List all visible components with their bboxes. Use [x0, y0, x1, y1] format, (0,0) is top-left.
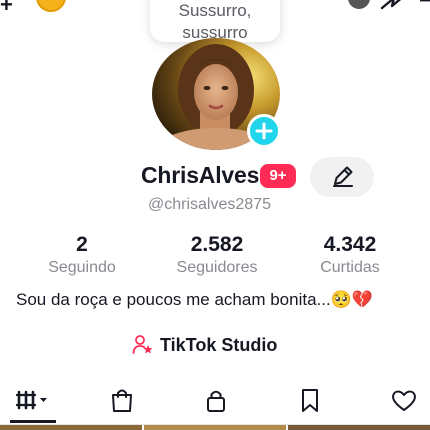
- display-name: ChrisAlves: [141, 162, 260, 188]
- tab-liked[interactable]: [382, 378, 426, 422]
- shopping-bag-icon: [112, 389, 132, 412]
- video-thumbnail[interactable]: [144, 425, 286, 430]
- grid-filter-icon: [15, 390, 47, 410]
- profile-tab-bar: [0, 378, 430, 422]
- tab-videos[interactable]: [10, 378, 56, 422]
- edit-profile-button[interactable]: [310, 157, 374, 197]
- stat-label: Seguidores: [176, 259, 258, 276]
- note-text-line1: Sussurro,: [178, 1, 252, 20]
- video-thumbnail[interactable]: [0, 425, 142, 430]
- coin-icon[interactable]: [36, 0, 66, 12]
- tab-private[interactable]: [194, 378, 238, 422]
- video-grid-preview: [0, 425, 430, 430]
- stat-value: 2: [76, 233, 88, 256]
- plus-icon: [255, 122, 273, 140]
- stat-value: 2.582: [190, 233, 244, 256]
- mini-avatar-icon[interactable]: [348, 0, 370, 9]
- note-bubble[interactable]: Sussurro, sussurro: [150, 0, 280, 42]
- stat-value: 4.342: [323, 233, 377, 256]
- add-story-button[interactable]: [247, 114, 281, 148]
- share-arrow-icon[interactable]: [380, 0, 406, 10]
- tiktok-studio-link[interactable]: TikTok Studio: [132, 334, 277, 356]
- pencil-icon: [333, 166, 353, 187]
- stat-label: Seguindo: [48, 259, 116, 276]
- bookmark-icon: [302, 389, 318, 412]
- stat-likes[interactable]: 4.342 Curtidas: [290, 233, 410, 277]
- profile-bio: Sou da roça e poucos me acham bonita...🥺…: [16, 290, 374, 309]
- stat-followers[interactable]: 2.582 Seguidores: [157, 233, 277, 277]
- notification-badge[interactable]: 9+: [260, 164, 296, 188]
- username-handle: @chrisalves2875: [148, 196, 271, 213]
- tab-saved[interactable]: [288, 378, 332, 422]
- heart-icon: [392, 390, 416, 411]
- menu-icon[interactable]: [416, 0, 430, 7]
- lock-icon: [207, 390, 225, 412]
- creator-star-icon: [132, 335, 153, 354]
- top-right-actions: [348, 0, 430, 10]
- tab-shop[interactable]: [100, 378, 144, 422]
- stat-following[interactable]: 2 Seguindo: [22, 233, 142, 277]
- video-thumbnail[interactable]: [288, 425, 430, 430]
- top-add-icon[interactable]: +: [0, 0, 13, 18]
- studio-label: TikTok Studio: [160, 334, 278, 355]
- stat-label: Curtidas: [320, 259, 380, 276]
- active-tab-indicator: [10, 420, 56, 423]
